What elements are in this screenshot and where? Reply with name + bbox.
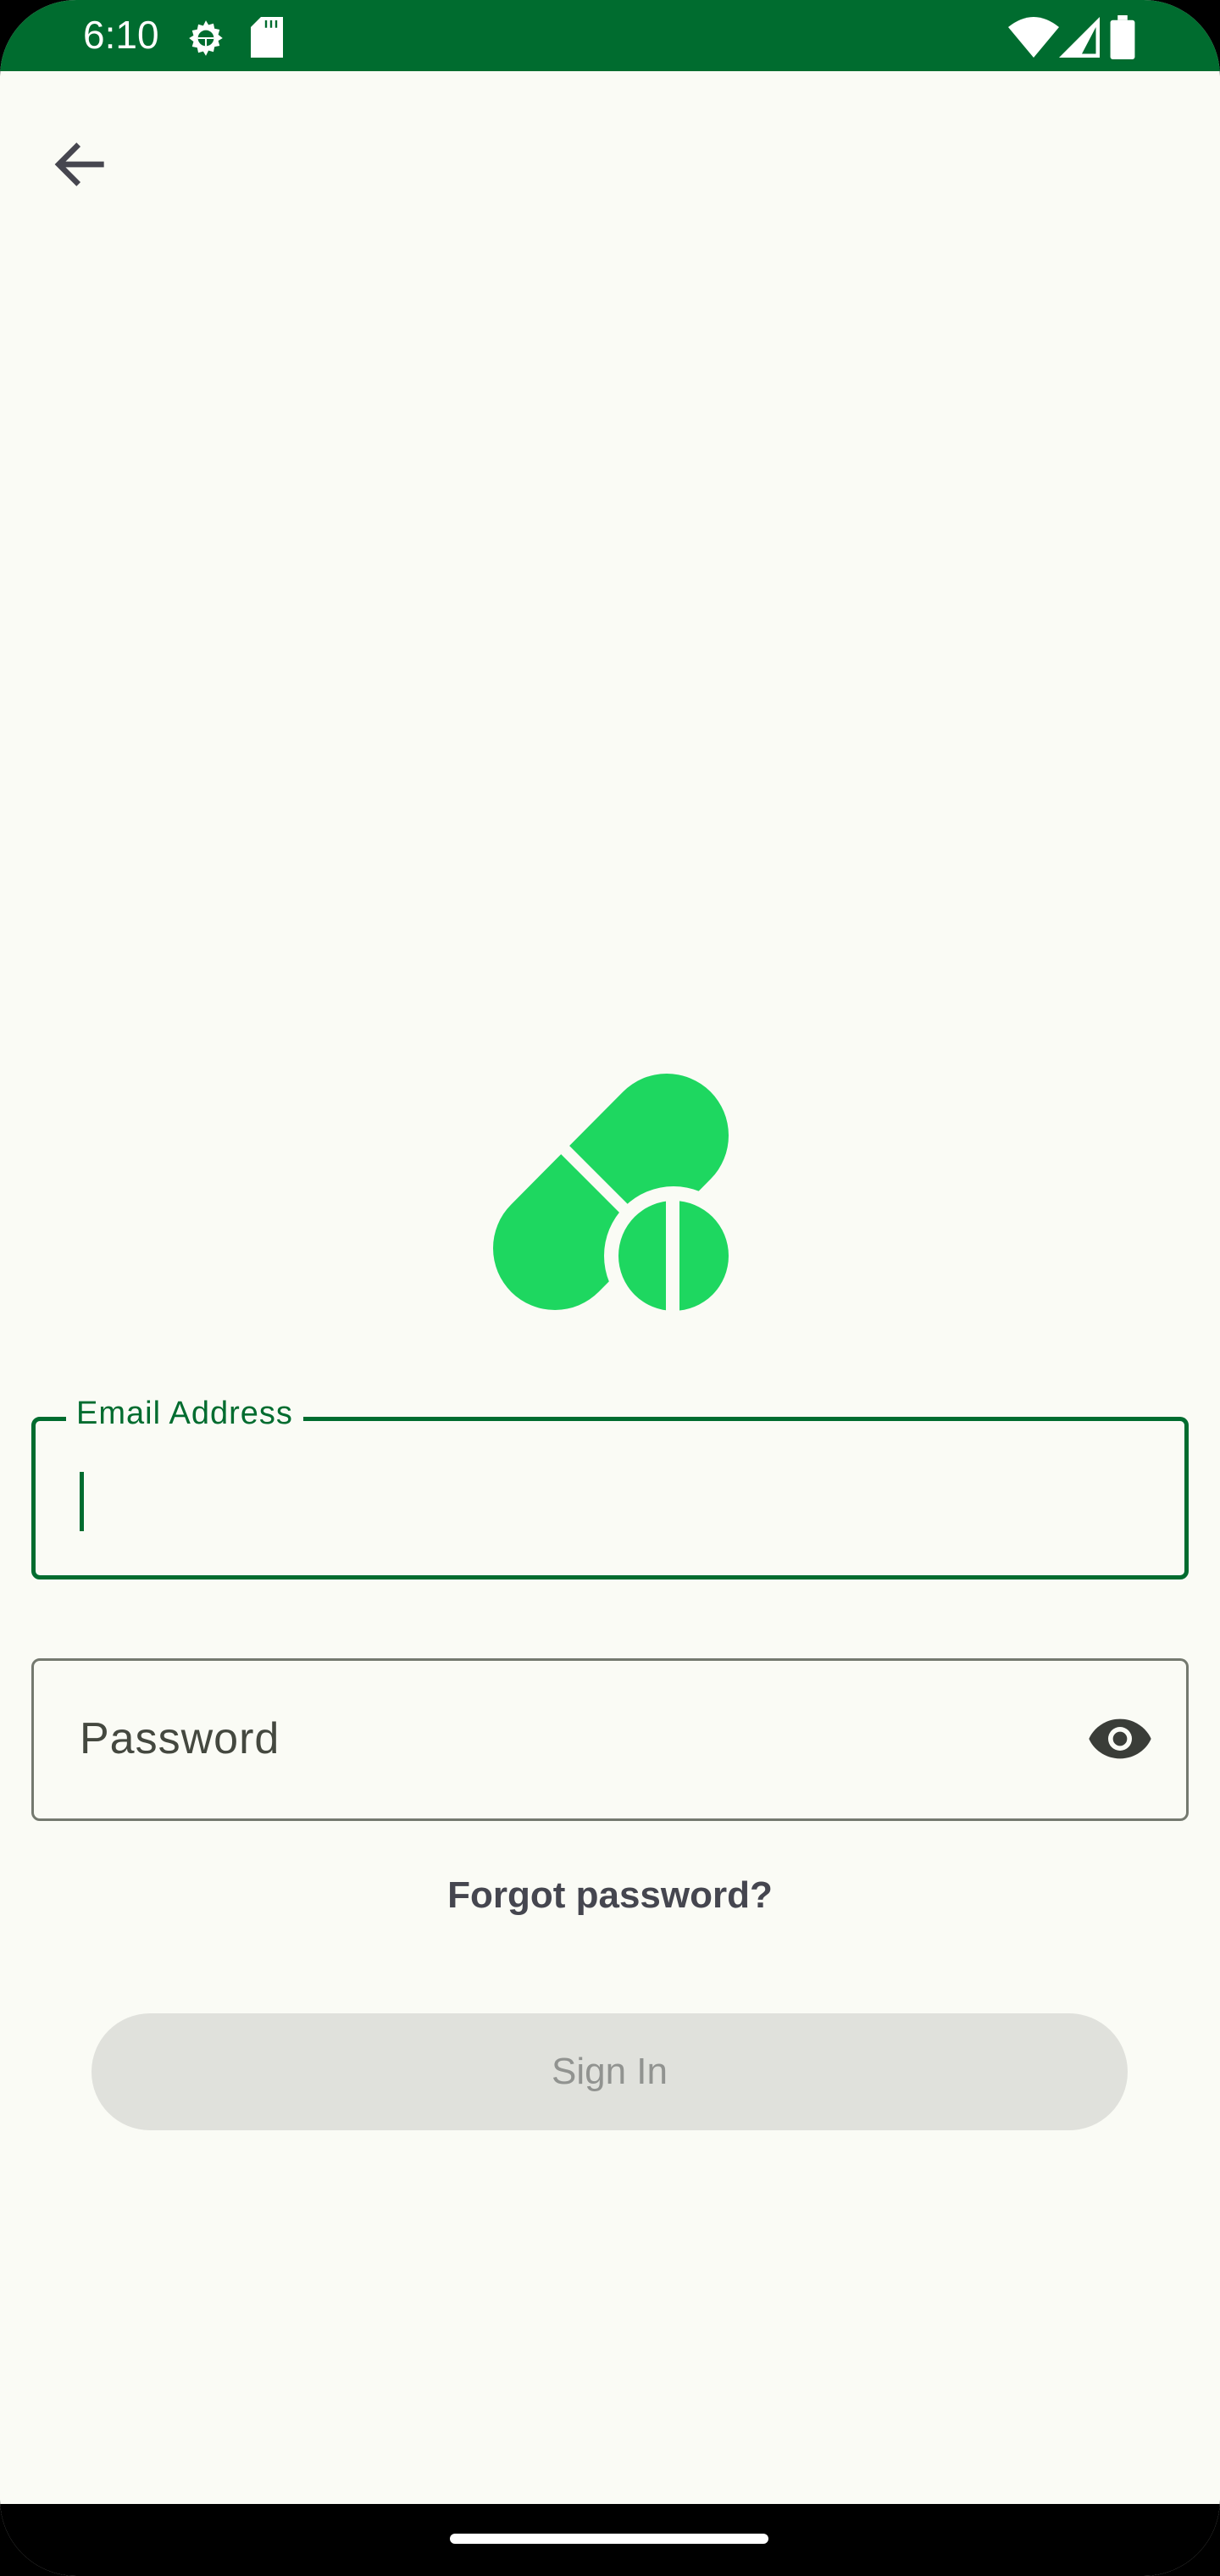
email-label: Email Address (66, 1396, 303, 1432)
home-gesture-handle[interactable] (450, 2534, 768, 2544)
forgot-password-link[interactable]: Forgot password? (0, 1874, 1220, 1917)
email-field[interactable]: Email Address (31, 1396, 1189, 1579)
settings-gear-icon (189, 20, 223, 56)
wifi-icon (1008, 17, 1059, 58)
eye-icon[interactable] (1086, 1713, 1154, 1764)
password-field[interactable]: Password (31, 1658, 1189, 1821)
status-time: 6:10 (83, 13, 159, 57)
arrow-back-icon[interactable] (47, 130, 115, 198)
status-bar: 6:10 (0, 0, 1220, 71)
password-placeholder: Password (80, 1714, 280, 1763)
pills-icon (493, 1074, 743, 1325)
cell-signal-icon (1059, 17, 1100, 58)
battery-icon (1110, 15, 1135, 59)
text-cursor (80, 1472, 84, 1531)
login-screen: 6:10 Email Address Password Forgot passw… (0, 0, 1220, 2576)
sign-in-button[interactable]: Sign In (92, 2013, 1128, 2130)
sd-card-icon (251, 17, 283, 58)
